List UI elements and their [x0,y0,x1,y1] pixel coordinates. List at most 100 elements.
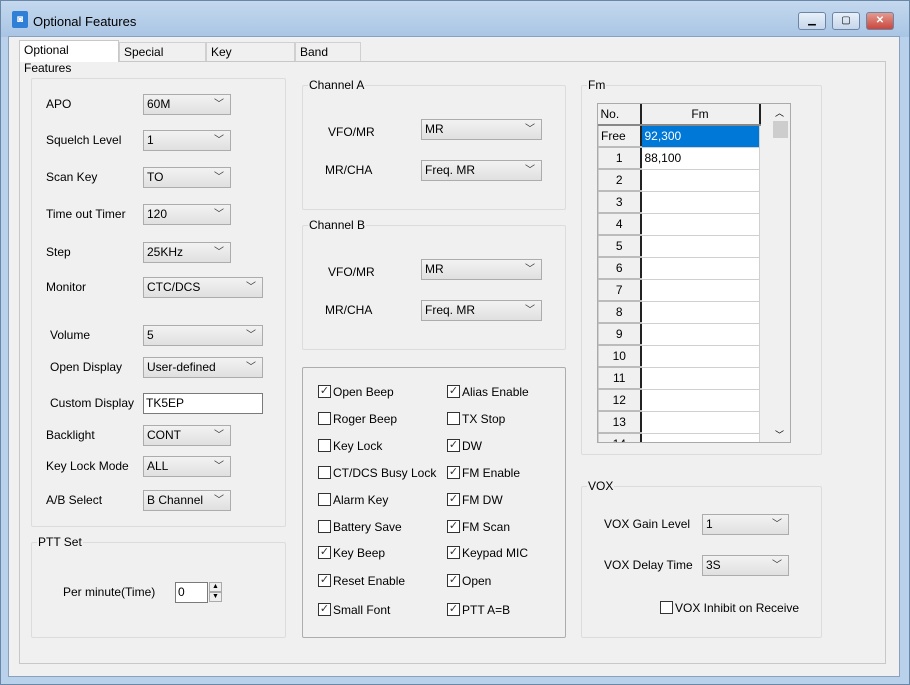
table-row[interactable]: 6 [598,256,760,280]
key-lock-label: Key Lock [333,439,383,453]
fm-frequency-cell[interactable] [640,300,760,324]
fm-frequency-cell[interactable] [640,344,760,368]
column-header-fm[interactable]: Fm [640,104,761,126]
fm-frequency-cell[interactable] [640,432,760,442]
row-number: 4 [598,212,642,236]
fm-frequency-cell[interactable]: 88,100 [640,146,760,170]
battery-save-checkbox[interactable] [318,520,331,533]
reset-enable-checkbox[interactable]: ✓ [318,574,331,587]
fm-dw-checkbox[interactable]: ✓ [447,493,460,506]
fm-frequency-cell[interactable] [640,256,760,280]
table-row[interactable]: 1 88,100 [598,146,760,170]
chevron-down-icon: ﹀ [525,124,535,135]
scroll-down-icon[interactable]: ﹀ [775,428,784,441]
table-row[interactable]: 3 [598,190,760,214]
scroll-up-icon[interactable]: ︿ [775,106,784,119]
alarm-key-checkbox[interactable] [318,493,331,506]
tab-optional-features[interactable]: Optional Features [19,40,119,75]
vox-delay-select[interactable]: 3S ﹀ [702,555,789,576]
time-out-timer-select[interactable]: 120 ﹀ [143,204,231,225]
minimize-button[interactable]: ▁ [798,12,826,30]
small-font-checkbox[interactable]: ✓ [318,603,331,616]
custom-display-input[interactable]: TK5EP [143,393,263,414]
keypad-mic-checkbox[interactable]: ✓ [447,546,460,559]
squelch-level-select[interactable]: 1 ﹀ [143,130,231,151]
vox-gain-select[interactable]: 1 ﹀ [702,514,789,535]
channel-b-vfo-select[interactable]: MR ﹀ [421,259,542,280]
monitor-select[interactable]: CTC/DCS ﹀ [143,277,263,298]
backlight-select[interactable]: CONT ﹀ [143,425,231,446]
scrollbar[interactable]: ︿ ﹀ [771,104,790,442]
small-font-label: Small Font [333,603,391,617]
ct-dcs-busy-lock-checkbox[interactable] [318,466,331,479]
ptt-a-b-checkbox[interactable]: ✓ [447,603,460,616]
row-number: 11 [598,366,642,390]
dw-checkbox[interactable]: ✓ [447,439,460,452]
fm-frequency-cell[interactable] [640,322,760,346]
fm-frequency-cell[interactable] [640,388,760,412]
step-label: Step [46,245,71,259]
table-row[interactable]: 4 [598,212,760,236]
table-row[interactable]: 8 [598,300,760,324]
roger-beep-checkbox[interactable] [318,412,331,425]
select-value: 120 [147,207,168,221]
table-row[interactable]: 10 [598,344,760,368]
table-row[interactable]: Free 92,300 [598,124,760,148]
table-row[interactable]: 13 [598,410,760,434]
fm-enable-checkbox[interactable]: ✓ [447,466,460,479]
fm-frequency-cell[interactable] [640,212,760,236]
tab-key-assignment[interactable]: Key Assignment [206,42,295,77]
ptt-time-input[interactable]: 0 [175,582,208,603]
tab-special-function[interactable]: Special Function [119,42,206,77]
vox-inhibit-checkbox[interactable] [660,601,673,614]
row-number: 8 [598,300,642,324]
table-row[interactable]: 14 [598,432,760,442]
maximize-button[interactable]: ▢ [832,12,860,30]
step-select[interactable]: 25KHz ﹀ [143,242,231,263]
open-beep-checkbox[interactable]: ✓ [318,385,331,398]
key-beep-checkbox[interactable]: ✓ [318,546,331,559]
scan-key-select[interactable]: TO ﹀ [143,167,231,188]
select-value: B Channel [147,493,204,507]
key-lock-mode-select[interactable]: ALL ﹀ [143,456,231,477]
tx-stop-checkbox[interactable] [447,412,460,425]
table-row[interactable]: 11 [598,366,760,390]
table-row[interactable]: 2 [598,168,760,192]
channel-b-cha-select[interactable]: Freq. MR ﹀ [421,300,542,321]
a-b-select-select[interactable]: B Channel ﹀ [143,490,231,511]
fm-frequency-cell[interactable] [640,168,760,192]
open-checkbox[interactable]: ✓ [447,574,460,587]
close-button[interactable]: ✕ [866,12,894,30]
fm-frequency-cell[interactable] [640,234,760,258]
alias-enable-checkbox[interactable]: ✓ [447,385,460,398]
fm-frequency-cell[interactable] [640,278,760,302]
chevron-down-icon: ﹀ [246,362,256,373]
table-row[interactable]: 12 [598,388,760,412]
channel-a-cha-select[interactable]: Freq. MR ﹀ [421,160,542,181]
key-lock-checkbox[interactable] [318,439,331,452]
volume-label: Volume [50,328,91,342]
fm-frequency-cell[interactable] [640,190,760,214]
tab-band-select[interactable]: Band Select [295,42,361,77]
fm-frequency-cell[interactable]: 92,300 [640,124,760,148]
apo-select[interactable]: 60M ﹀ [143,94,231,115]
open-display-select[interactable]: User-defined ﹀ [143,357,263,378]
volume-select[interactable]: 5 ﹀ [143,325,263,346]
fm-frequency-cell[interactable] [640,366,760,390]
spin-up-button[interactable]: ▲ [209,582,222,592]
channel-a-vfo-label: VFO/MR [328,125,375,139]
fm-scan-label: FM Scan [462,520,511,534]
fm-frequency-cell[interactable] [640,410,760,434]
select-value: ALL [147,459,169,473]
spin-down-button[interactable]: ▼ [209,592,222,602]
channel-a-vfo-select[interactable]: MR ﹀ [421,119,542,140]
table-row[interactable]: 9 [598,322,760,346]
alias-enable-label: Alias Enable [462,385,529,399]
fm-scan-checkbox[interactable]: ✓ [447,520,460,533]
column-header-no[interactable]: No. [598,104,642,126]
table-row[interactable]: 7 [598,278,760,302]
scrollbar-thumb[interactable] [773,121,788,138]
chevron-down-icon: ﹀ [214,99,224,110]
table-row[interactable]: 5 [598,234,760,258]
window-title: Optional Features [33,14,137,29]
